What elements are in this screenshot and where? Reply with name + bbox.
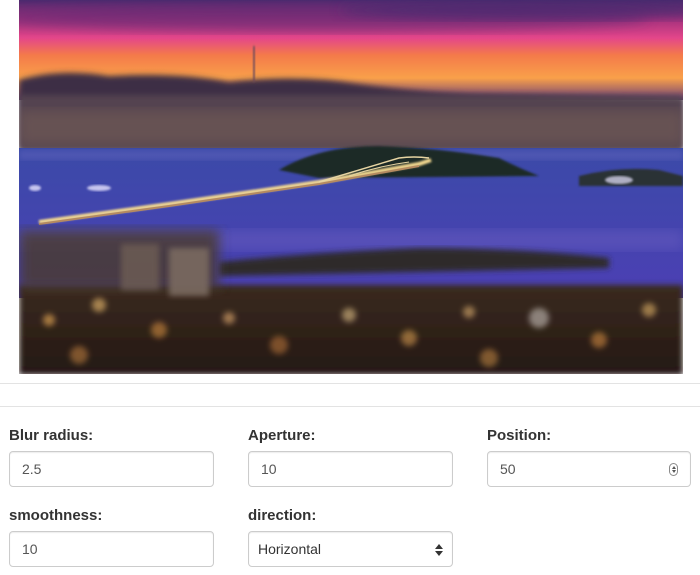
position-label: Position: — [487, 427, 552, 444]
blur-radius-input[interactable]: 2.5 — [9, 451, 214, 487]
position-number-input[interactable]: 50 — [487, 451, 691, 487]
smoothness-label: smoothness: — [9, 507, 103, 524]
select-arrows-icon[interactable] — [435, 544, 443, 556]
tilt-shift-demo-page: Blur radius: 2.5 Aperture: 10 Position: … — [0, 0, 700, 575]
divider-bottom — [0, 406, 700, 407]
direction-label: direction: — [248, 507, 317, 524]
aperture-input[interactable]: 10 — [248, 451, 453, 487]
tilt-shift-photo — [19, 0, 683, 374]
direction-selected-value: Horizontal — [258, 541, 322, 557]
smoothness-input[interactable]: 10 — [9, 531, 214, 567]
divider-top — [0, 383, 700, 384]
aperture-value: 10 — [261, 461, 277, 477]
smoothness-value: 10 — [22, 541, 38, 557]
aperture-label: Aperture: — [248, 427, 316, 444]
position-value: 50 — [500, 461, 516, 477]
number-spinner-icon[interactable] — [669, 463, 678, 476]
blur-radius-label: Blur radius: — [9, 427, 94, 444]
blur-radius-value: 2.5 — [22, 461, 42, 477]
direction-select[interactable]: Horizontal — [248, 531, 453, 567]
